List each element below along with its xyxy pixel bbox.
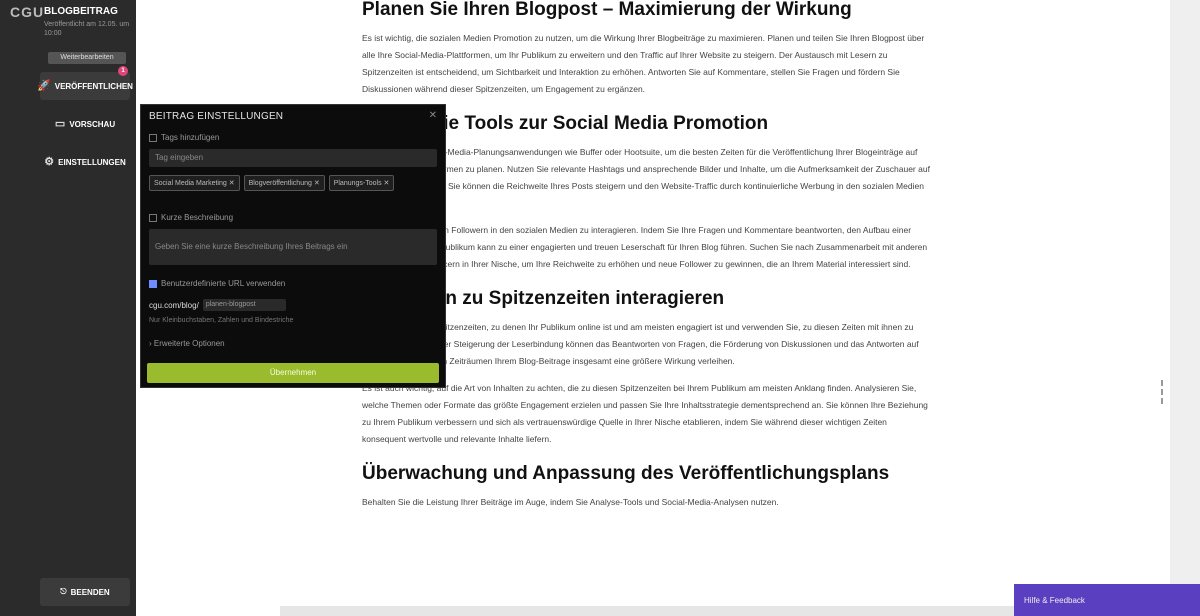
section-heading[interactable]: Nutzen Sie Tools zur Social Media Promot… xyxy=(362,112,932,136)
section-paragraph[interactable]: Behalten Sie die Leistung Ihrer Beiträge… xyxy=(362,494,932,511)
tags-checkbox-label: Tags hinzufügen xyxy=(161,133,220,142)
tag-chip[interactable]: Social Media Marketing ✕ xyxy=(149,175,240,191)
article-section: Nutzen Sie Tools zur Social Media Promot… xyxy=(362,112,932,273)
section-paragraph[interactable]: Verwenden Sie Social-Media-Planungsanwen… xyxy=(362,144,932,212)
exit-icon: ⎋ xyxy=(60,587,67,596)
gear-icon: ⚙ xyxy=(44,155,55,168)
tags-checkbox-row[interactable]: Tags hinzufügen xyxy=(149,133,219,142)
section-paragraph[interactable]: Es ist wichtig, die sozialen Medien Prom… xyxy=(362,30,932,98)
custom-url-checkbox[interactable] xyxy=(149,279,157,288)
preview-button-label: VORSCHAU xyxy=(69,119,116,129)
app-logo: CGU xyxy=(10,4,45,20)
settings-button[interactable]: ⚙ EINSTELLUNGEN xyxy=(40,148,130,176)
advanced-options-label: Erweiterte Optionen xyxy=(153,339,225,348)
article-content: Planen Sie Ihren Blogpost – Maximierung … xyxy=(362,0,932,521)
footer-strip xyxy=(280,606,1014,616)
edit-badge[interactable]: Weiterbearbeiten xyxy=(48,52,126,64)
section-heading[interactable]: Überwachung und Anpassung des Veröffentl… xyxy=(362,462,932,486)
tag-chip[interactable]: Blogveröffentlichung ✕ xyxy=(243,175,325,191)
article-section: Überwachung und Anpassung des Veröffentl… xyxy=(362,462,932,511)
summary-checkbox-row[interactable]: Kurze Beschreibung xyxy=(149,213,233,222)
post-status-text: Veröffentlicht am 12.05. um 10:00 xyxy=(44,21,130,37)
settings-button-label: EINSTELLUNGEN xyxy=(58,157,126,167)
post-type-label: BLOGBEITRAG xyxy=(44,6,118,17)
monitor-icon: ▭ xyxy=(54,117,66,130)
rocket-icon: 🚀 xyxy=(37,79,51,92)
custom-url-checkbox-row[interactable]: Benutzerdefinierte URL verwenden xyxy=(149,279,285,288)
section-paragraph[interactable]: Bestimmen Sie die Spitzenzeiten, zu dene… xyxy=(362,319,932,370)
article-section: Mit Lesern zu Spitzenzeiten interagieren… xyxy=(362,287,932,448)
url-prefix: cgu.com/blog/ xyxy=(149,300,199,310)
tag-chip[interactable]: Planungs-Tools ✕ xyxy=(328,175,395,191)
custom-url-checkbox-label: Benutzerdefinierte URL verwenden xyxy=(161,279,286,288)
close-editor-button[interactable]: ⎋ BEENDEN xyxy=(40,578,130,606)
post-settings-panel: BEITRAG EINSTELLUNGEN ✕ Tags hinzufügen … xyxy=(140,104,446,388)
preview-button[interactable]: ▭ VORSCHAU xyxy=(40,110,130,138)
apply-button[interactable]: Übernehmen xyxy=(147,363,439,383)
publish-button-label: VERÖFFENTLICHEN xyxy=(54,81,133,91)
summary-checkbox[interactable] xyxy=(149,213,157,222)
section-heading[interactable]: Planen Sie Ihren Blogpost – Maximierung … xyxy=(362,0,932,22)
section-paragraph[interactable]: Es ist wichtig, mit Ihren Followern in d… xyxy=(362,222,932,273)
section-paragraph[interactable]: Es ist auch wichtig, auf die Art von Inh… xyxy=(362,380,932,448)
custom-url-row: cgu.com/blog/ planen-blogpost xyxy=(149,299,286,311)
summary-textarea[interactable]: Geben Sie eine kurze Beschreibung Ihres … xyxy=(149,229,437,265)
article-section: Planen Sie Ihren Blogpost – Maximierung … xyxy=(362,0,932,98)
summary-checkbox-label: Kurze Beschreibung xyxy=(161,213,234,222)
editor-sidebar: CGU BLOGBEITRAG Veröffentlicht am 12.05.… xyxy=(0,0,136,616)
close-icon[interactable]: ✕ xyxy=(429,110,437,121)
url-slug-input[interactable]: planen-blogpost xyxy=(202,299,286,311)
chevron-right-icon: › xyxy=(149,339,152,348)
publish-button[interactable]: 🚀 VERÖFFENTLICHEN 1 xyxy=(37,66,133,100)
notification-badge: 1 xyxy=(118,66,128,76)
panel-title: BEITRAG EINSTELLUNGEN xyxy=(149,111,284,122)
help-feedback-button[interactable]: Hilfe & Feedback xyxy=(1014,584,1200,616)
tag-chip-list: Social Media Marketing ✕ Blogveröffentli… xyxy=(149,175,395,191)
tags-input[interactable]: Tag eingeben xyxy=(149,149,437,167)
scroll-indicator[interactable] xyxy=(1158,380,1166,414)
close-editor-label: BEENDEN xyxy=(70,587,110,597)
advanced-options-toggle[interactable]: › Erweiterte Optionen xyxy=(149,339,225,348)
tags-checkbox[interactable] xyxy=(149,133,157,142)
section-heading[interactable]: Mit Lesern zu Spitzenzeiten interagieren xyxy=(362,287,932,311)
url-hint: Nur Kleinbuchstaben, Zahlen und Bindestr… xyxy=(149,317,294,324)
